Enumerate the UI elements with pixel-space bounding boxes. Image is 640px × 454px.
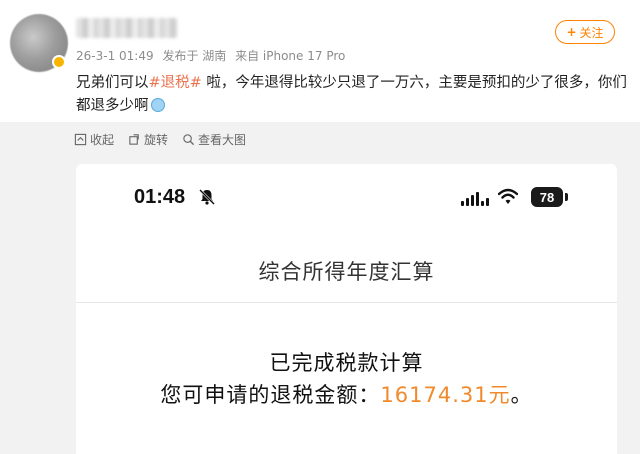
weibo-post: 26-3-1 01:49 发布于 湖南 来自 iPhone 17 Pro + 关…: [0, 0, 640, 122]
wifi-icon: [498, 188, 518, 204]
hashtag-link[interactable]: #退税#: [149, 75, 202, 91]
image-toolbar: 收起 旋转 查看大图: [74, 131, 246, 148]
post-source: 来自 iPhone 17 Pro: [235, 49, 346, 63]
tax-app-screenshot[interactable]: 01:48 78 综合所得年度汇算 已完成税款计算 您可申请的退税金额：1617…: [76, 164, 617, 454]
post-text: 兄弟们可以#退税# 啦，今年退得比较少只退了一万六，主要是预扣的少了很多，你们都…: [76, 72, 632, 118]
refund-amount: 16174.31元: [380, 383, 511, 407]
rotate-button[interactable]: 旋转: [128, 131, 168, 148]
post-date[interactable]: 26-3-1 01:49: [76, 49, 154, 63]
cellular-signal-icon: [461, 190, 489, 206]
verified-badge-icon: [52, 55, 66, 69]
collapse-icon: [74, 133, 87, 146]
divider: [76, 302, 617, 303]
calculation-done-text: 已完成税款计算: [269, 351, 424, 375]
rotate-icon: [129, 134, 139, 145]
refund-prefix: 您可申请的退税金额：: [160, 383, 381, 407]
status-time: 01:48: [134, 186, 186, 208]
view-large-label: 查看大图: [198, 133, 247, 147]
follow-button[interactable]: + 关注: [555, 20, 615, 44]
battery-level: 78: [531, 187, 563, 207]
plus-icon: +: [566, 25, 577, 39]
rotate-label: 旋转: [144, 133, 169, 147]
magnifier-icon: [183, 134, 195, 146]
bell-muted-icon: [199, 189, 215, 205]
collapse-button[interactable]: 收起: [74, 131, 114, 148]
refund-amount-line: 您可申请的退税金额：16174.31元。: [76, 379, 617, 409]
post-meta: 26-3-1 01:49 发布于 湖南 来自 iPhone 17 Pro: [76, 47, 350, 64]
follow-label: 关注: [579, 25, 604, 40]
collapse-label: 收起: [90, 133, 115, 147]
post-text-prefix: 兄弟们可以: [76, 75, 149, 91]
page-title: 综合所得年度汇算: [258, 260, 435, 284]
battery-cap: [565, 193, 568, 201]
view-large-button[interactable]: 查看大图: [182, 131, 246, 148]
refund-suffix: 。: [510, 383, 533, 407]
thinking-emoji-icon: [150, 98, 165, 112]
post-location: 发布于 湖南: [162, 49, 227, 63]
username-blurred[interactable]: [76, 18, 178, 38]
